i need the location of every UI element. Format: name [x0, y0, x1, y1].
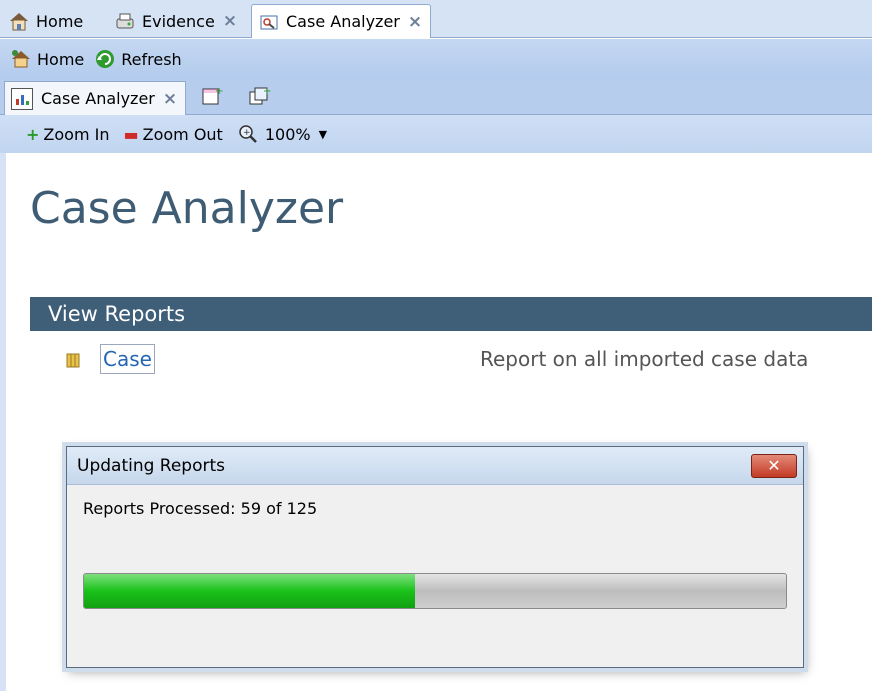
home-button[interactable]: Home [10, 48, 84, 70]
minus-icon: ▬ [123, 124, 139, 144]
close-icon[interactable]: × [223, 11, 237, 31]
report-row: Case Report on all imported case data [66, 343, 872, 379]
section-header: View Reports [30, 297, 872, 331]
plus-icon: + [26, 124, 40, 144]
inner-tab-label: Case Analyzer [41, 89, 155, 108]
magnifier-icon: + [237, 123, 259, 145]
tab-home[interactable]: Home [2, 4, 83, 38]
toolbar: Home Refresh [0, 39, 872, 79]
svg-text:+: + [243, 128, 251, 138]
progress-status: Reports Processed: 59 of 125 [83, 499, 318, 518]
zoom-in-label: Zoom In [43, 124, 110, 144]
case-analyzer-icon [258, 11, 280, 33]
tab-label: Case Analyzer [286, 12, 400, 31]
duplicate-tab-icon[interactable]: + [248, 85, 272, 107]
tab-label: Evidence [142, 11, 215, 31]
report-link-case[interactable]: Case [100, 344, 155, 374]
zoom-in-button[interactable]: + Zoom In [26, 125, 109, 144]
folder-icon [66, 349, 80, 368]
zoom-out-button[interactable]: ▬ Zoom Out [123, 125, 222, 144]
refresh-icon [94, 48, 116, 70]
inner-tab-case-analyzer[interactable]: Case Analyzer × [4, 81, 187, 115]
tab-evidence[interactable]: Evidence × [108, 4, 237, 38]
page-title: Case Analyzer [30, 183, 344, 234]
zoom-level-dropdown[interactable]: + 100% ▼ [237, 123, 327, 145]
report-description: Report on all imported case data [480, 347, 809, 371]
home-label: Home [37, 49, 85, 69]
tab-case-analyzer[interactable]: Case Analyzer × [251, 4, 432, 38]
refresh-button[interactable]: Refresh [94, 48, 182, 70]
report-icon [11, 87, 33, 110]
home-icon [8, 10, 30, 32]
close-icon[interactable]: × [163, 89, 177, 109]
chevron-down-icon: ▼ [318, 127, 328, 141]
svg-text:+: + [263, 86, 271, 97]
home-nav-icon [10, 48, 32, 70]
zoom-out-label: Zoom Out [142, 124, 223, 144]
close-button[interactable]: ✕ [751, 454, 797, 478]
evidence-icon [114, 10, 136, 32]
main-tab-bar: Home Evidence × Case Analyzer × [0, 0, 872, 38]
zoom-level-value: 100% [264, 124, 311, 144]
progress-bar [83, 573, 787, 609]
inner-tab-bar: Case Analyzer × + + [0, 79, 872, 115]
updating-reports-dialog: Updating Reports ✕ Reports Processed: 59… [66, 446, 804, 668]
svg-text:+: + [215, 86, 223, 97]
tab-label: Home [36, 11, 84, 31]
close-icon[interactable]: × [408, 12, 422, 32]
dialog-title-text: Updating Reports [77, 456, 226, 476]
refresh-label: Refresh [121, 49, 182, 69]
new-tab-icon[interactable]: + [200, 85, 224, 107]
dialog-title: Updating Reports [67, 447, 803, 485]
progress-fill [84, 574, 416, 608]
zoom-bar: + Zoom In ▬ Zoom Out + 100% ▼ [0, 115, 872, 153]
